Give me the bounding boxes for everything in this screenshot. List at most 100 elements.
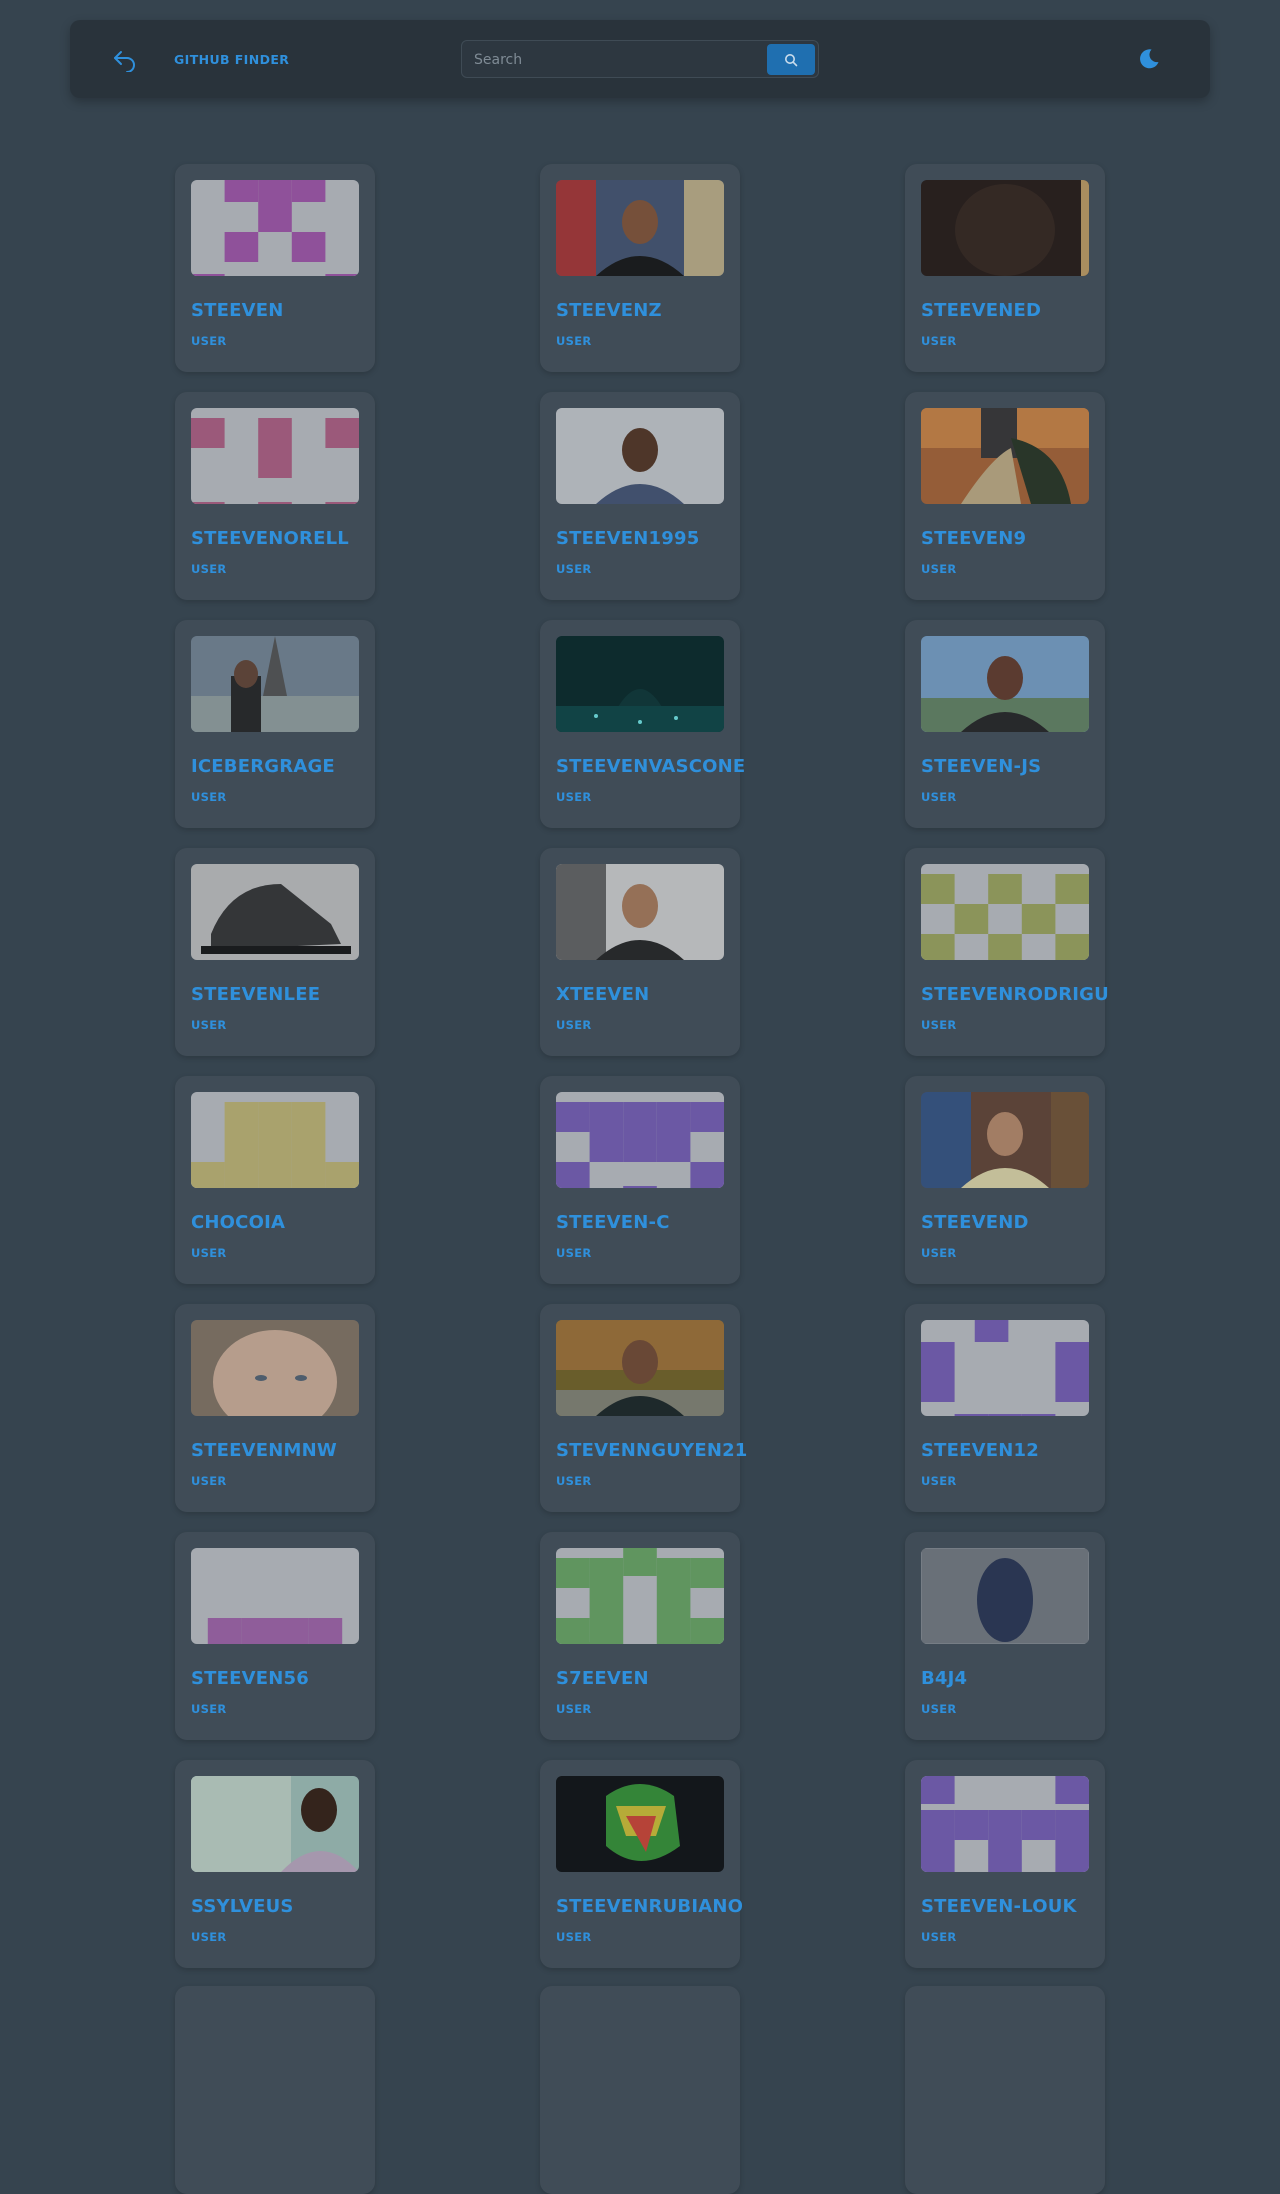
avatar[interactable] (921, 864, 1089, 960)
avatar[interactable] (556, 408, 724, 504)
user-login[interactable]: STEEVENLEE (191, 984, 320, 1005)
avatar[interactable] (556, 1776, 724, 1872)
user-type-label: USER (921, 1930, 957, 1944)
user-type-label: USER (556, 790, 592, 804)
user-login[interactable]: B4J4 (921, 1668, 967, 1689)
user-login[interactable]: STEEVEN12 (921, 1440, 1039, 1461)
avatar[interactable] (191, 1092, 359, 1188)
user-card[interactable]: STEEVENMNW USER (175, 1304, 375, 1512)
user-card[interactable]: STEEVEN56 USER (175, 1532, 375, 1740)
user-card[interactable]: STEEVENORELL USER (175, 392, 375, 600)
avatar[interactable] (191, 864, 359, 960)
user-card[interactable]: STEEVEN USER (175, 164, 375, 372)
user-card[interactable]: B4J4 USER (905, 1532, 1105, 1740)
user-login[interactable]: STEEVEN-LOUK (921, 1896, 1077, 1917)
search-input[interactable] (472, 42, 766, 78)
user-card[interactable]: STEEVENLEE USER (175, 848, 375, 1056)
user-login[interactable]: STEVENNGUYEN21 (556, 1440, 748, 1461)
user-type-label: USER (191, 1702, 227, 1716)
user-login[interactable]: STEEVENVASCONE (556, 756, 745, 777)
user-card[interactable]: SSYLVEUS USER (175, 1760, 375, 1968)
user-login[interactable]: STEEVENORELL (191, 528, 349, 549)
user-login[interactable]: STEEVEN1995 (556, 528, 699, 549)
user-card[interactable]: STEVENNGUYEN21 USER (540, 1304, 747, 1512)
user-login[interactable]: STEEVENED (921, 300, 1041, 321)
avatar[interactable] (921, 1776, 1089, 1872)
user-login[interactable]: STEEVEN (191, 300, 284, 321)
user-login[interactable]: STEEVEN9 (921, 528, 1026, 549)
user-type-label: USER (556, 334, 592, 348)
avatar[interactable] (921, 180, 1089, 276)
avatar[interactable] (556, 1092, 724, 1188)
user-card[interactable]: ICEBERGRAGE USER (175, 620, 375, 828)
search-button[interactable] (767, 44, 815, 75)
avatar[interactable] (556, 180, 724, 276)
user-login[interactable]: STEEVEN-JS (921, 756, 1041, 777)
user-card[interactable]: STEEVEN1995 USER (540, 392, 740, 600)
user-card[interactable]: STEEVEN-C USER (540, 1076, 740, 1284)
user-type-label: USER (921, 1018, 957, 1032)
brand-title[interactable]: GITHUB FINDER (174, 52, 289, 67)
user-login[interactable]: STEEVENRUBIANO (556, 1896, 743, 1917)
user-login[interactable]: S7EEVEN (556, 1668, 649, 1689)
avatar[interactable] (921, 1320, 1089, 1416)
user-card-partial[interactable] (175, 1986, 375, 2194)
user-type-label: USER (191, 1930, 227, 1944)
avatar[interactable] (191, 408, 359, 504)
user-login[interactable]: XTEEVEN (556, 984, 649, 1005)
user-card[interactable]: XTEEVEN USER (540, 848, 740, 1056)
avatar[interactable] (556, 1548, 724, 1644)
user-login[interactable]: SSYLVEUS (191, 1896, 294, 1917)
user-login[interactable]: STEEVEN56 (191, 1668, 309, 1689)
user-login[interactable]: STEEVEN-C (556, 1212, 670, 1233)
user-type-label: USER (191, 1246, 227, 1260)
user-card[interactable]: CHOCOIA USER (175, 1076, 375, 1284)
user-card[interactable]: STEEVEND USER (905, 1076, 1105, 1284)
avatar[interactable] (191, 1776, 359, 1872)
user-type-label: USER (556, 1930, 592, 1944)
user-type-label: USER (191, 562, 227, 576)
avatar[interactable] (556, 1320, 724, 1416)
user-login[interactable]: STEEVENZ (556, 300, 662, 321)
avatar[interactable] (921, 636, 1089, 732)
user-type-label: USER (556, 1702, 592, 1716)
user-card[interactable]: STEEVENVASCONE USER (540, 620, 745, 828)
avatar[interactable] (191, 180, 359, 276)
user-login[interactable]: STEEVENRODRIGU (921, 984, 1109, 1005)
user-card[interactable]: STEEVEN9 USER (905, 392, 1105, 600)
search-icon (785, 54, 798, 67)
avatar[interactable] (556, 636, 724, 732)
user-login[interactable]: STEEVENMNW (191, 1440, 337, 1461)
search-box (461, 40, 819, 78)
avatar[interactable] (921, 408, 1089, 504)
user-card[interactable]: STEEVEN-JS USER (905, 620, 1105, 828)
user-type-label: USER (191, 790, 227, 804)
user-card[interactable]: STEEVENZ USER (540, 164, 740, 372)
user-card[interactable]: S7EEVEN USER (540, 1532, 740, 1740)
user-type-label: USER (921, 1246, 957, 1260)
user-login[interactable]: ICEBERGRAGE (191, 756, 335, 777)
user-type-label: USER (556, 1246, 592, 1260)
user-card[interactable]: STEEVEN12 USER (905, 1304, 1105, 1512)
avatar[interactable] (191, 1548, 359, 1644)
user-type-label: USER (556, 1474, 592, 1488)
user-card[interactable]: STEEVENRUBIANO USER (540, 1760, 743, 1968)
user-card-partial[interactable] (540, 1986, 740, 2194)
avatar[interactable] (191, 1320, 359, 1416)
avatar[interactable] (921, 1548, 1089, 1644)
user-type-label: USER (556, 1018, 592, 1032)
user-card[interactable]: STEEVENED USER (905, 164, 1105, 372)
back-button[interactable] (112, 48, 138, 73)
user-card[interactable]: STEEVENRODRIGU USER (905, 848, 1109, 1056)
avatar[interactable] (191, 636, 359, 732)
user-type-label: USER (191, 334, 227, 348)
user-card-partial[interactable] (905, 1986, 1105, 2194)
user-type-label: USER (556, 562, 592, 576)
theme-toggle-button[interactable] (1136, 46, 1162, 72)
user-login[interactable]: CHOCOIA (191, 1212, 285, 1233)
avatar[interactable] (556, 864, 724, 960)
user-card[interactable]: STEEVEN-LOUK USER (905, 1760, 1105, 1968)
avatar[interactable] (921, 1092, 1089, 1188)
user-login[interactable]: STEEVEND (921, 1212, 1029, 1233)
user-type-label: USER (191, 1018, 227, 1032)
